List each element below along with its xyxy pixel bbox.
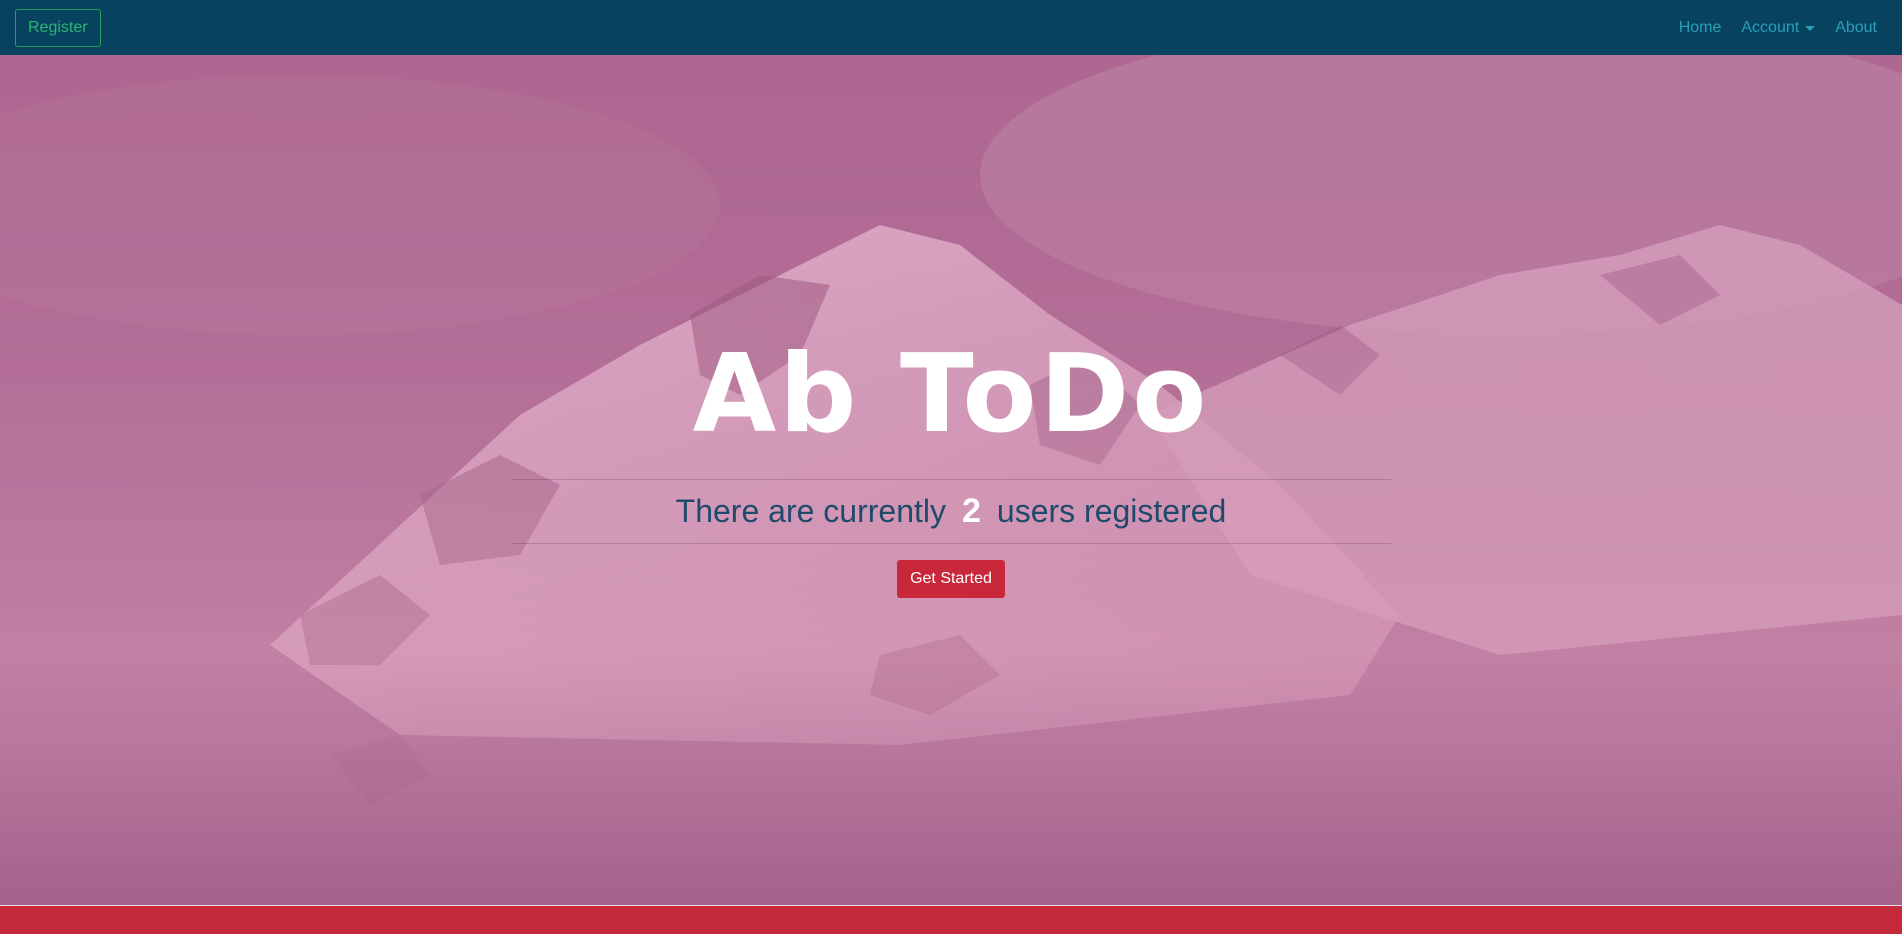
subtitle-prefix: There are currently xyxy=(675,493,946,529)
registered-users-text: There are currently 2 users registered xyxy=(676,480,1227,543)
nav-home-label: Home xyxy=(1678,18,1722,36)
footer-bar xyxy=(0,905,1902,934)
user-count: 2 xyxy=(961,492,981,530)
nav-about-label: About xyxy=(1835,18,1877,36)
nav-about-link[interactable]: About xyxy=(1825,11,1887,45)
hero-section: Ab ToDo There are currently 2 users regi… xyxy=(0,55,1902,905)
register-button[interactable]: Register xyxy=(15,8,101,47)
nav-account-label: Account xyxy=(1741,18,1800,36)
hero-content: Ab ToDo There are currently 2 users regi… xyxy=(0,335,1902,598)
get-started-button[interactable]: Get Started xyxy=(897,560,1005,598)
nav-links: Home Account About xyxy=(1669,11,1887,45)
nav-home-link[interactable]: Home xyxy=(1669,11,1732,45)
caret-down-icon xyxy=(1805,26,1816,31)
divider-bottom xyxy=(511,543,1391,544)
subtitle-suffix: users registered xyxy=(996,493,1227,529)
nav-account-dropdown[interactable]: Account xyxy=(1731,11,1825,45)
top-navbar: Register Home Account About xyxy=(0,0,1902,55)
hero-title: Ab ToDo xyxy=(692,332,1210,457)
